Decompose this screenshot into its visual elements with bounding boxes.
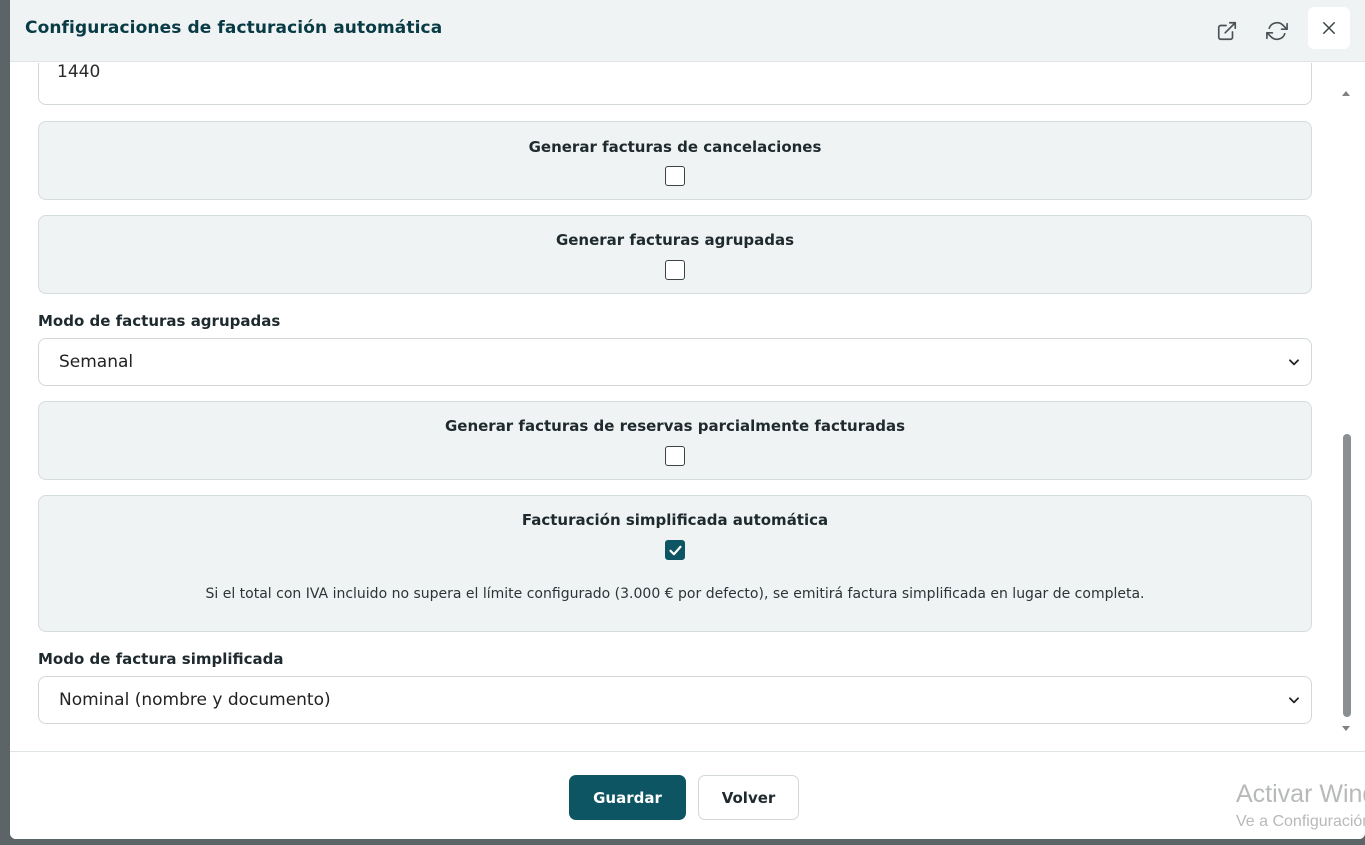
check-icon bbox=[668, 545, 682, 555]
close-icon bbox=[1323, 22, 1335, 34]
simplified-mode-value: Nominal (nombre y documento) bbox=[59, 690, 331, 710]
minutes-input[interactable]: 1440 bbox=[38, 63, 1312, 105]
grouped-mode-label: Modo de facturas agrupadas bbox=[38, 312, 281, 330]
simplified-auto-label: Facturación simplificada automática bbox=[521, 511, 829, 529]
cancel-invoices-label: Generar facturas de cancelaciones bbox=[528, 138, 822, 156]
external-link-icon[interactable] bbox=[1211, 15, 1243, 47]
auto-billing-settings-modal: Configuraciones de facturación automátic… bbox=[10, 0, 1365, 839]
grouped-mode-value: Semanal bbox=[59, 352, 134, 372]
modal-body: 1440 Generar facturas de cancelaciones G… bbox=[10, 63, 1365, 751]
refresh-icon[interactable] bbox=[1261, 15, 1293, 47]
cancel-invoices-card: Generar facturas de cancelaciones bbox=[38, 121, 1312, 200]
modal-title: Configuraciones de facturación automátic… bbox=[25, 18, 443, 38]
partial-invoices-checkbox[interactable] bbox=[665, 446, 685, 466]
grouped-invoices-checkbox[interactable] bbox=[665, 260, 685, 280]
modal-footer: Guardar Volver bbox=[10, 751, 1365, 839]
grouped-invoices-label: Generar facturas agrupadas bbox=[555, 231, 795, 249]
modal-header: Configuraciones de facturación automátic… bbox=[10, 0, 1365, 62]
simplified-auto-card: Facturación simplificada automática Si e… bbox=[38, 495, 1312, 632]
simplified-auto-help: Si el total con IVA incluido no supera e… bbox=[205, 586, 1145, 602]
save-button[interactable]: Guardar bbox=[569, 775, 686, 820]
partial-invoices-card: Generar facturas de reservas parcialment… bbox=[38, 401, 1312, 480]
grouped-mode-select[interactable]: Semanal bbox=[38, 338, 1312, 386]
grouped-invoices-card: Generar facturas agrupadas bbox=[38, 215, 1312, 294]
simplified-mode-label: Modo de factura simplificada bbox=[38, 650, 284, 668]
scroll-down-arrow-icon[interactable] bbox=[1341, 723, 1351, 733]
chevron-down-icon bbox=[1289, 359, 1299, 366]
simplified-mode-select[interactable]: Nominal (nombre y documento) bbox=[38, 676, 1312, 724]
close-button[interactable] bbox=[1308, 7, 1350, 49]
back-button[interactable]: Volver bbox=[698, 775, 799, 820]
simplified-auto-checkbox[interactable] bbox=[665, 540, 685, 560]
cancel-invoices-checkbox[interactable] bbox=[665, 166, 685, 186]
scroll-up-arrow-icon[interactable] bbox=[1341, 89, 1351, 99]
partial-invoices-label: Generar facturas de reservas parcialment… bbox=[444, 417, 906, 435]
chevron-down-icon bbox=[1289, 697, 1299, 704]
scrollbar-thumb[interactable] bbox=[1343, 434, 1351, 717]
